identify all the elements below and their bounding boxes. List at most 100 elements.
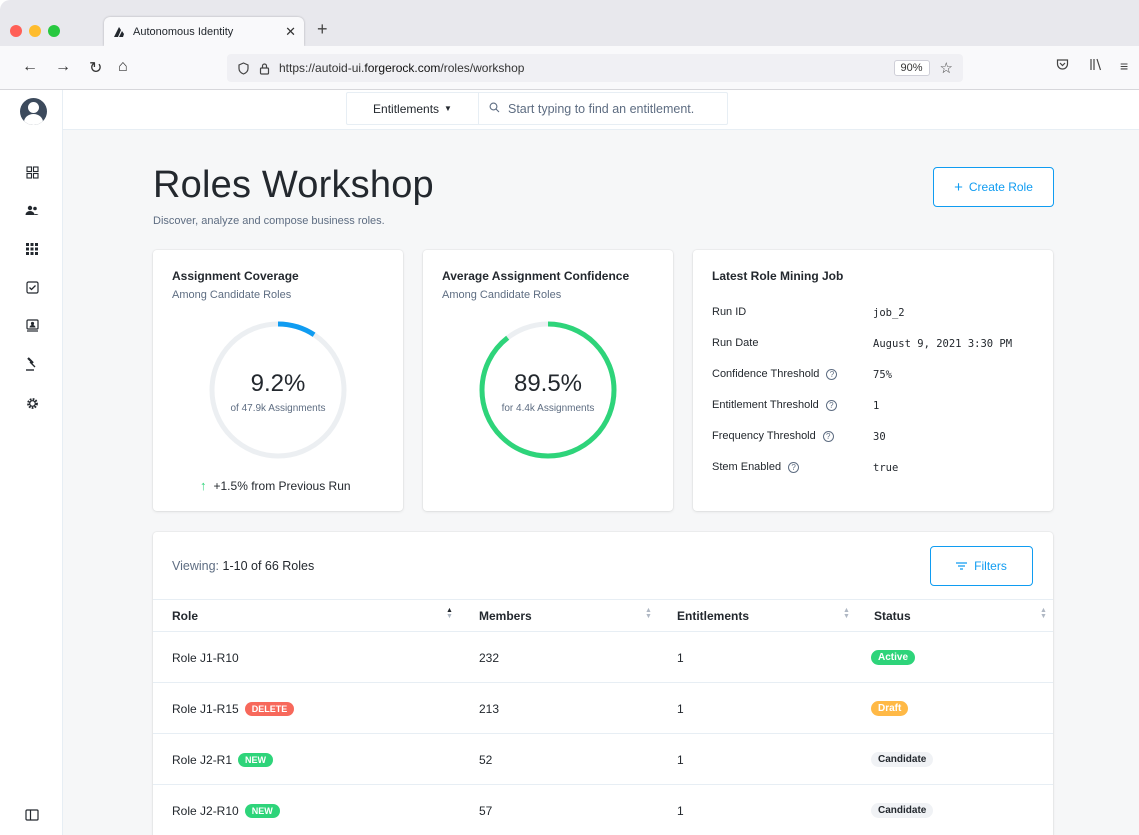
table-row[interactable]: Role J2-R1 NEW 52 1 Candidate: [153, 734, 1053, 785]
help-icon[interactable]: ?: [822, 430, 834, 442]
latest-role-mining-job-card: Latest Role Mining Job Run ID job_2 Run Da…: [693, 250, 1053, 511]
checkbox-icon[interactable]: [24, 279, 40, 295]
job-field-label: Entitlement Threshold?: [712, 399, 837, 411]
sort-icon[interactable]: ▲ ▼: [645, 607, 652, 620]
table-row[interactable]: Role J2-R10 NEW 57 1 Candidate: [153, 785, 1053, 835]
card-subtitle: Among Candidate Roles: [172, 289, 292, 301]
users-icon[interactable]: [24, 202, 40, 218]
create-role-button[interactable]: + Create Role: [933, 167, 1054, 207]
tab-close-icon[interactable]: ✕: [285, 24, 296, 40]
job-field-label: Stem Enabled?: [712, 461, 800, 473]
maximize-window-button[interactable]: [48, 25, 60, 37]
home-icon[interactable]: ⌂: [118, 58, 128, 76]
job-field-label: Run Date: [712, 337, 758, 349]
filters-label: Filters: [974, 559, 1007, 573]
library-icon[interactable]: [1089, 58, 1103, 74]
viewing-label: Viewing:: [172, 559, 220, 573]
members-cell: 232: [479, 650, 500, 665]
table-row[interactable]: Role J1-R10 232 1 Active: [153, 632, 1053, 683]
members-cell: 57: [479, 803, 493, 818]
column-header-role[interactable]: Role: [172, 600, 198, 631]
members-cell: 213: [479, 701, 500, 716]
badge-icon[interactable]: [24, 317, 40, 333]
confidence-caption: for 4.4k Assignments: [501, 403, 595, 414]
coverage-caption: of 47.9k Assignments: [230, 403, 326, 414]
tab-title: Autonomous Identity: [133, 25, 234, 38]
coverage-value: 9.2%: [250, 370, 306, 397]
sort-icon[interactable]: ▲ ▼: [1040, 607, 1047, 620]
status-badge: Candidate: [871, 803, 934, 818]
forgerock-logo-icon: [112, 25, 126, 39]
role-cell: Role J2-R10 NEW: [172, 785, 280, 835]
forward-icon[interactable]: →: [55, 58, 71, 76]
role-name[interactable]: Role J1-R10: [172, 651, 239, 665]
page-subtitle: Discover, analyze and compose business r…: [153, 215, 385, 227]
table-row[interactable]: Role J1-R15 DELETE 213 1 Draft: [153, 683, 1053, 734]
column-header-entitlements[interactable]: Entitlements: [677, 600, 749, 631]
card-title: Average Assignment Confidence: [442, 269, 630, 283]
reload-icon[interactable]: ↻: [89, 58, 102, 78]
status-cell: Draft: [871, 683, 909, 734]
minimize-window-button[interactable]: [29, 25, 41, 37]
role-name[interactable]: Role J1-R15: [172, 702, 239, 716]
search-input[interactable]: [508, 101, 727, 116]
role-name[interactable]: Role J2-R1: [172, 753, 232, 767]
status-badge: Active: [871, 650, 916, 665]
close-window-button[interactable]: [10, 25, 22, 37]
job-field-label-text: Frequency Threshold: [712, 430, 816, 442]
job-field-value: 1: [873, 400, 880, 412]
roles-table-card: Viewing: 1-10 of 66 Roles Filters Role ▲…: [153, 532, 1053, 835]
top-search-bar: Entitlements ▼: [63, 90, 1139, 130]
assignment-coverage-card: Assignment Coverage Among Candidate Role…: [153, 250, 403, 511]
panel-toggle-icon[interactable]: [24, 807, 40, 823]
page-title: Roles Workshop: [153, 164, 434, 206]
job-field-label: Confidence Threshold?: [712, 368, 838, 380]
role-name[interactable]: Role J2-R10: [172, 804, 239, 818]
browser-tab-bar: Autonomous Identity ✕ +: [0, 0, 1139, 46]
confidence-value: 89.5%: [513, 370, 583, 397]
sort-icon[interactable]: ▲ ▼: [446, 607, 453, 620]
lock-icon[interactable]: [258, 62, 271, 75]
plus-icon: +: [954, 178, 963, 196]
sort-icon[interactable]: ▲ ▼: [843, 607, 850, 620]
pocket-icon[interactable]: [1056, 58, 1069, 74]
entitlements-cell: 1: [677, 803, 684, 818]
entitlements-cell: 1: [677, 650, 684, 665]
browser-navigation-bar: ← → ↻ ⌂ https://autoid-ui.forgerock.com/…: [0, 46, 1139, 90]
help-icon[interactable]: ?: [826, 368, 838, 380]
entitlements-cell: 1: [677, 752, 684, 767]
viewing-count: Viewing: 1-10 of 66 Roles: [172, 559, 314, 573]
avatar[interactable]: [20, 98, 47, 125]
bookmark-star-icon[interactable]: ☆: [940, 59, 953, 77]
status-cell: Candidate: [871, 734, 934, 785]
filters-button[interactable]: Filters: [930, 546, 1033, 586]
back-icon[interactable]: ←: [22, 58, 38, 76]
zoom-level[interactable]: 90%: [893, 60, 930, 76]
job-field-label-text: Confidence Threshold: [712, 368, 820, 380]
sidebar: [0, 90, 63, 835]
settings-gear-icon[interactable]: [24, 395, 40, 411]
search-field[interactable]: [479, 93, 727, 124]
job-field-label-text: Entitlement Threshold: [712, 399, 819, 411]
gavel-icon[interactable]: [24, 356, 40, 372]
new-tab-icon[interactable]: +: [317, 19, 328, 40]
browser-tab[interactable]: Autonomous Identity ✕: [104, 17, 304, 46]
create-role-label: Create Role: [968, 180, 1033, 194]
filter-icon: [956, 559, 968, 573]
column-header-status[interactable]: Status: [874, 600, 911, 631]
apps-grid-icon[interactable]: [24, 241, 40, 257]
job-field-value: August 9, 2021 3:30 PM: [873, 338, 1013, 350]
menu-icon[interactable]: ≡: [1120, 58, 1128, 74]
new-badge: NEW: [244, 803, 280, 818]
card-subtitle: Among Candidate Roles: [442, 289, 562, 301]
new-badge: NEW: [238, 752, 274, 767]
job-field-label-text: Stem Enabled: [712, 461, 782, 473]
shield-icon[interactable]: [237, 61, 250, 75]
help-icon[interactable]: ?: [825, 399, 837, 411]
dashboard-icon[interactable]: [24, 164, 40, 180]
entitlements-cell: 1: [677, 701, 684, 716]
address-bar[interactable]: https://autoid-ui.forgerock.com/roles/wo…: [227, 54, 963, 82]
column-header-members[interactable]: Members: [479, 600, 532, 631]
help-icon[interactable]: ?: [788, 461, 800, 473]
search-type-dropdown[interactable]: Entitlements ▼: [347, 93, 479, 124]
